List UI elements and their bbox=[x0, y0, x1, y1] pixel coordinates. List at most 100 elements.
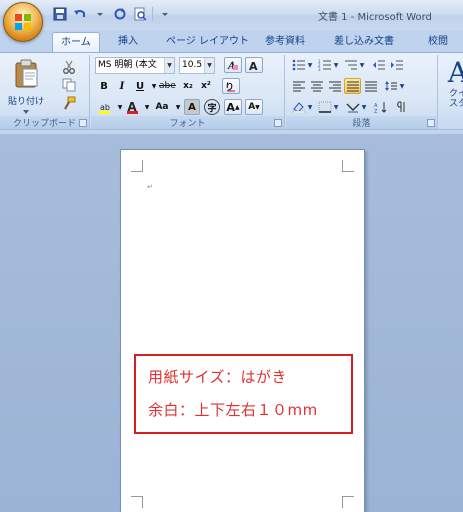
qat-separator bbox=[152, 7, 153, 21]
shrink-arrow-icon: ▼ bbox=[255, 103, 260, 111]
multilevel-dropdown-icon[interactable]: ▼ bbox=[358, 57, 366, 73]
grow-font-label: A bbox=[226, 100, 235, 114]
annotation-paper-size: 用紙サイズ：はがき bbox=[148, 368, 288, 386]
change-case-button[interactable]: Aa bbox=[155, 99, 169, 115]
font-name-combo[interactable]: MS 明朝 (本文 ▼ bbox=[95, 57, 175, 74]
document-page[interactable]: ↵ 用紙サイズ：はがき 余白：上下左右１０mm bbox=[120, 149, 365, 512]
shading-dropdown-icon[interactable]: ▼ bbox=[306, 99, 314, 115]
bold-button[interactable]: B bbox=[97, 78, 111, 94]
asian-layout-icon[interactable] bbox=[344, 99, 361, 115]
customize-dropdown-icon[interactable] bbox=[92, 6, 108, 22]
font-color-dropdown-icon[interactable]: ▼ bbox=[140, 99, 154, 115]
crop-mark-top-right bbox=[342, 160, 354, 172]
tab-home[interactable]: ホーム bbox=[52, 32, 100, 52]
line-spacing-dropdown-icon[interactable]: ▼ bbox=[398, 78, 406, 94]
redo-icon[interactable] bbox=[112, 6, 128, 22]
clear-format-button[interactable]: A bbox=[224, 57, 242, 73]
italic-button[interactable]: I bbox=[115, 78, 129, 94]
tab-insert[interactable]: 挿入 bbox=[110, 32, 146, 52]
crop-mark-top-left bbox=[131, 160, 143, 172]
change-case-icon[interactable]: り bbox=[222, 78, 240, 94]
char-shading-button[interactable]: A bbox=[184, 99, 200, 115]
ruler-strip bbox=[0, 130, 463, 134]
copy-icon[interactable] bbox=[60, 77, 78, 93]
increase-indent-icon[interactable] bbox=[388, 57, 405, 73]
distributed-icon[interactable] bbox=[362, 78, 379, 94]
print-preview-icon[interactable] bbox=[132, 6, 148, 22]
office-button[interactable] bbox=[3, 2, 43, 42]
styles-group: A クイ スタ bbox=[439, 55, 463, 129]
decrease-indent-icon[interactable] bbox=[370, 57, 387, 73]
office-logo-icon bbox=[15, 14, 31, 30]
shrink-font-button[interactable]: A ▼ bbox=[245, 99, 263, 115]
bullets-dropdown-icon[interactable]: ▼ bbox=[306, 57, 314, 73]
paragraph-dialog-launcher[interactable] bbox=[427, 119, 435, 127]
sort-icon[interactable]: AZ bbox=[372, 99, 389, 115]
paste-dropdown-icon[interactable] bbox=[22, 109, 30, 115]
crop-mark-bottom-right bbox=[342, 496, 354, 508]
numbering-dropdown-icon[interactable]: ▼ bbox=[332, 57, 340, 73]
format-painter-icon[interactable] bbox=[60, 95, 78, 111]
font-color-button[interactable]: A bbox=[125, 99, 139, 115]
font-group: MS 明朝 (本文 ▼ 10.5 ▼ A A B I U ▼ abe x₂ x²… bbox=[91, 55, 285, 129]
quick-styles-label-1: クイ bbox=[448, 89, 463, 99]
tab-references[interactable]: 参考資料 bbox=[257, 32, 313, 52]
shrink-font-label: A bbox=[248, 102, 256, 112]
save-icon[interactable] bbox=[52, 6, 68, 22]
highlight-button[interactable]: ab bbox=[97, 99, 113, 115]
title-bar: 文書 1 - Microsoft Word bbox=[0, 0, 463, 42]
superscript-button[interactable]: x² bbox=[199, 78, 213, 94]
svg-text:A: A bbox=[249, 60, 258, 71]
font-color-bar bbox=[127, 111, 138, 114]
subscript-button[interactable]: x₂ bbox=[181, 78, 195, 94]
document-area[interactable]: ↵ 用紙サイズ：はがき 余白：上下左右１０mm bbox=[0, 130, 463, 512]
line-spacing-icon[interactable] bbox=[382, 78, 399, 94]
font-name-dropdown-icon[interactable]: ▼ bbox=[164, 58, 174, 73]
paragraph-group: ▼ 123 ▼ ▼ ▼ ▼ ▼ ▼ A Z 段落 bbox=[286, 55, 438, 129]
paste-button[interactable]: 貼り付け bbox=[6, 57, 46, 115]
asian-layout-dropdown-icon[interactable]: ▼ bbox=[360, 99, 368, 115]
undo-icon[interactable] bbox=[72, 6, 88, 22]
borders-icon[interactable] bbox=[316, 99, 333, 115]
show-marks-icon[interactable] bbox=[392, 99, 409, 115]
justify-icon[interactable] bbox=[344, 78, 361, 94]
grow-font-button[interactable]: A ▲ bbox=[224, 99, 242, 115]
clipboard-dialog-launcher[interactable] bbox=[79, 119, 87, 127]
cut-icon[interactable] bbox=[60, 59, 78, 75]
bullets-icon[interactable] bbox=[290, 57, 307, 73]
align-center-icon[interactable] bbox=[308, 78, 325, 94]
borders-dropdown-icon[interactable]: ▼ bbox=[332, 99, 340, 115]
strikethrough-button[interactable]: abe bbox=[159, 78, 176, 94]
font-size-dropdown-icon[interactable]: ▼ bbox=[204, 58, 214, 73]
crop-mark-bottom-left bbox=[131, 496, 143, 508]
paragraph-group-label: 段落 bbox=[286, 116, 437, 129]
grow-arrow-icon: ▲ bbox=[234, 103, 240, 111]
font-size-value: 10.5 bbox=[182, 60, 203, 70]
enclose-char-button[interactable]: 字 bbox=[204, 99, 220, 115]
annotation-margins: 余白：上下左右１０mm bbox=[148, 401, 318, 419]
shading-icon[interactable] bbox=[290, 99, 307, 115]
font-group-label: フォント bbox=[91, 116, 284, 129]
customize-qat-icon[interactable] bbox=[157, 6, 173, 22]
ribbon-tab-bar: ホーム 挿入 ページ レイアウト 参考資料 差し込み文書 校閲 bbox=[0, 30, 463, 52]
align-right-icon[interactable] bbox=[326, 78, 343, 94]
quick-styles-button[interactable]: A クイ スタ bbox=[443, 57, 463, 113]
font-dialog-launcher[interactable] bbox=[274, 119, 282, 127]
multilevel-list-icon[interactable] bbox=[342, 57, 359, 73]
align-left-icon[interactable] bbox=[290, 78, 307, 94]
quick-styles-preview: A bbox=[447, 56, 463, 89]
case-dropdown-icon[interactable]: ▼ bbox=[171, 99, 185, 115]
tab-mailings[interactable]: 差し込み文書 bbox=[326, 32, 402, 52]
quick-access-toolbar bbox=[52, 5, 173, 23]
tab-page-layout[interactable]: ページ レイアウト bbox=[158, 32, 257, 52]
quick-styles-label-2: スタ bbox=[448, 99, 463, 109]
clipboard-group-label: クリップボード bbox=[0, 116, 89, 129]
underline-button[interactable]: U bbox=[133, 78, 147, 94]
numbering-icon[interactable]: 123 bbox=[316, 57, 333, 73]
phonetic-guide-button[interactable]: A bbox=[245, 57, 263, 73]
font-size-combo[interactable]: 10.5 ▼ bbox=[179, 57, 215, 74]
paste-icon bbox=[15, 59, 38, 88]
svg-text:3: 3 bbox=[318, 67, 321, 71]
tab-review[interactable]: 校閲 bbox=[420, 32, 456, 52]
paragraph-mark-icon: ↵ bbox=[147, 183, 153, 191]
